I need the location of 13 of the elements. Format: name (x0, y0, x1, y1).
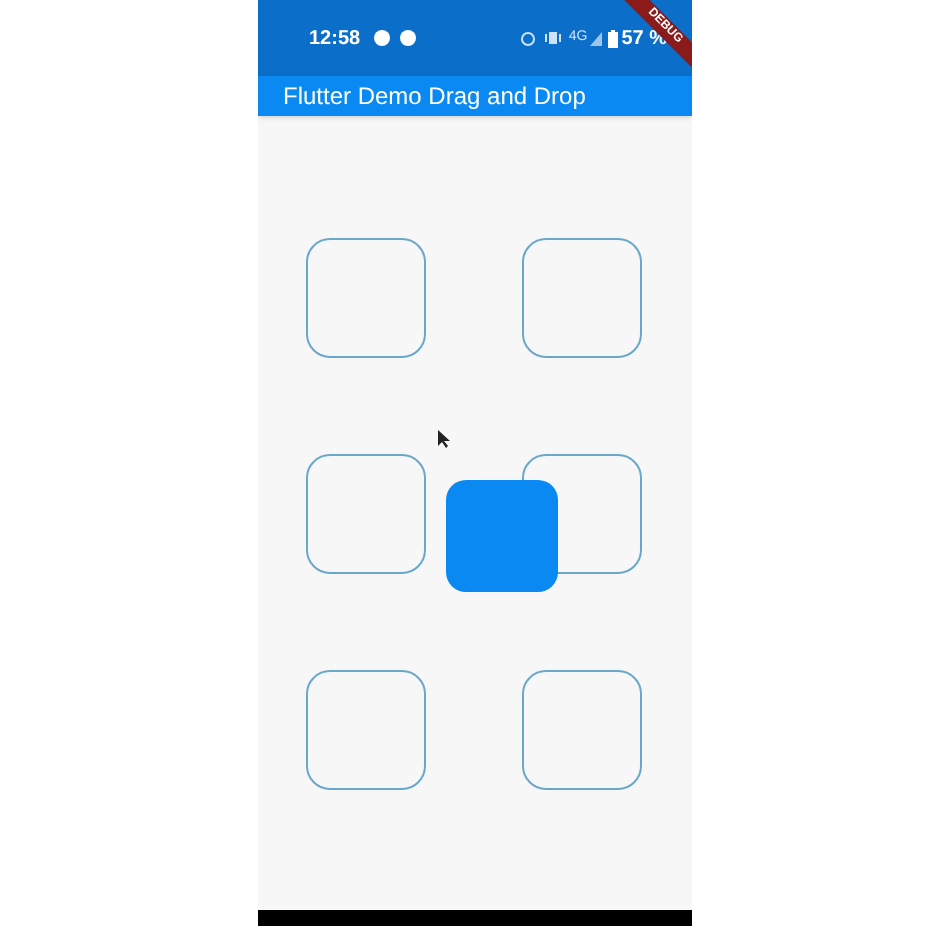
signal-icon (589, 31, 602, 45)
drop-target[interactable] (305, 454, 425, 574)
app-title: Flutter Demo Drag and Drop (283, 80, 586, 114)
alarm-icon (520, 30, 537, 46)
drop-target[interactable] (521, 238, 641, 358)
drag-overlay[interactable] (445, 480, 557, 592)
status-time: 12:58 (309, 25, 361, 53)
cursor-icon (437, 430, 449, 448)
drop-target[interactable] (521, 670, 641, 790)
battery-icon (607, 29, 618, 47)
vibrate-icon (544, 30, 563, 46)
drop-target[interactable] (305, 238, 425, 358)
drop-target[interactable] (305, 670, 425, 790)
